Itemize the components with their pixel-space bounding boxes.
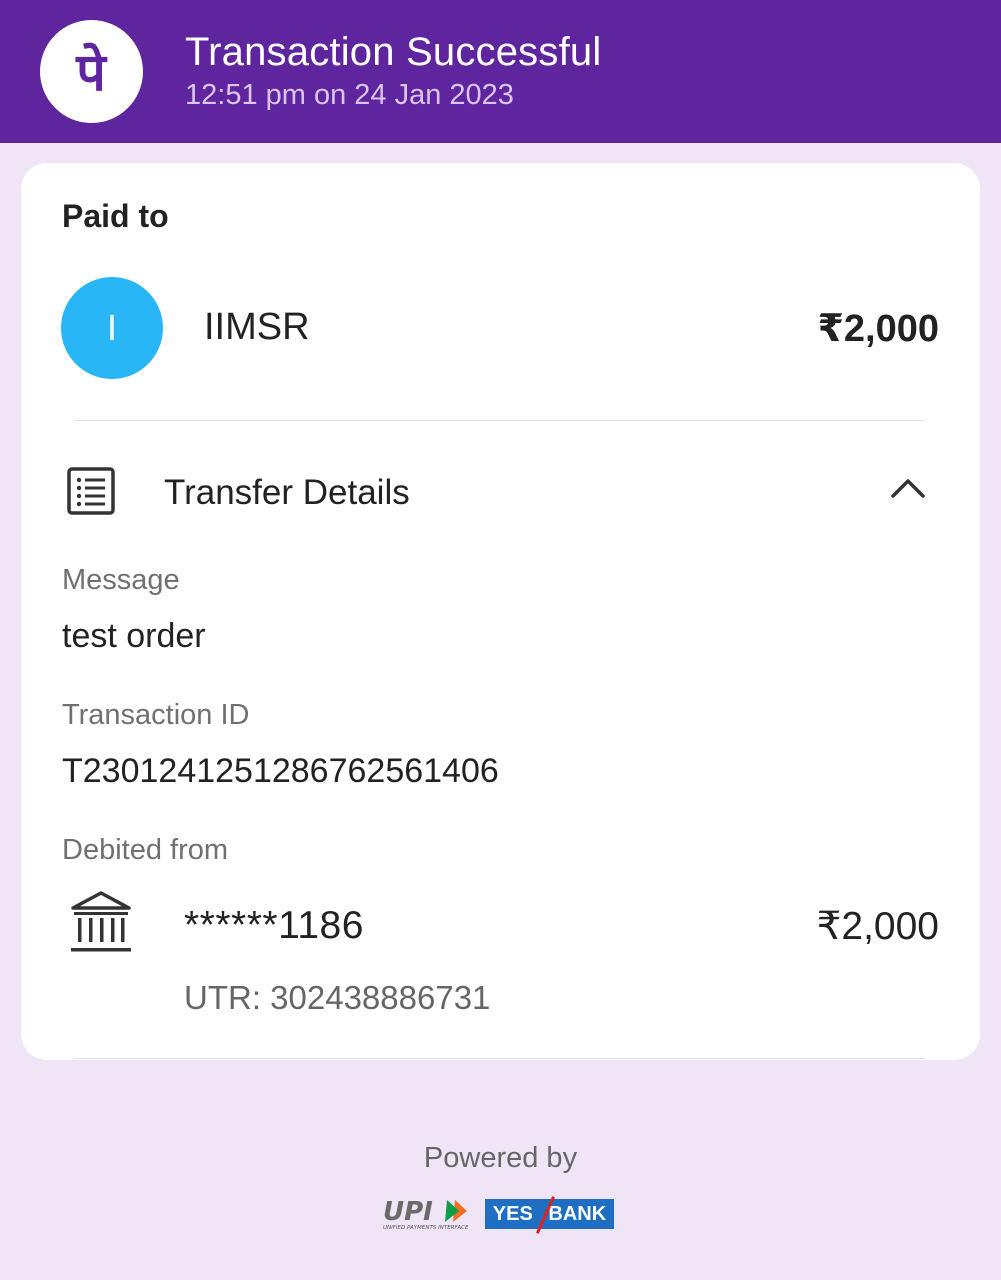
yes-bank-logo-left: YES [492, 1202, 533, 1225]
transaction-card: Paid to I IIMSR ₹2,000 Transfer Details … [21, 163, 980, 1060]
payee-name: IIMSR [204, 306, 310, 348]
upi-logo: UPI UNIFIED PAYMENTS INTERFACE [383, 1196, 475, 1237]
upi-tagline: UNIFIED PAYMENTS INTERFACE [383, 1225, 469, 1231]
paid-amount: ₹2,000 [817, 308, 939, 350]
phonepe-logo-icon: पे [40, 20, 143, 123]
debit-account-number: ******1186 [184, 904, 364, 947]
payee-avatar: I [61, 277, 163, 379]
transaction-timestamp: 12:51 pm on 24 Jan 2023 [185, 79, 514, 111]
utr-number: UTR: 302438886731 [184, 979, 491, 1016]
yes-bank-logo: YES BANK [485, 1196, 614, 1234]
chevron-up-icon[interactable] [889, 474, 927, 505]
bank-icon [69, 890, 133, 961]
transaction-id-value: T2301241251286762561406 [62, 752, 499, 790]
page-title: Transaction Successful [185, 30, 602, 74]
divider [74, 420, 924, 421]
paid-to-label: Paid to [62, 198, 169, 234]
message-value: test order [62, 617, 206, 655]
debited-from-label: Debited from [62, 834, 229, 866]
transaction-id-label: Transaction ID [62, 699, 250, 731]
yes-bank-logo-right: BANK [548, 1202, 607, 1225]
powered-by-label: Powered by [423, 1142, 578, 1174]
transfer-details-title: Transfer Details [164, 473, 410, 512]
upi-logo-text: UPI [383, 1197, 433, 1227]
receipt-list-icon [67, 467, 117, 520]
divider [74, 1058, 924, 1059]
message-label: Message [62, 564, 180, 596]
debit-amount: ₹2,000 [816, 905, 939, 948]
app-header: पे Transaction Successful 12:51 pm on 24… [0, 0, 1001, 143]
logo-glyph: पे [75, 42, 108, 103]
